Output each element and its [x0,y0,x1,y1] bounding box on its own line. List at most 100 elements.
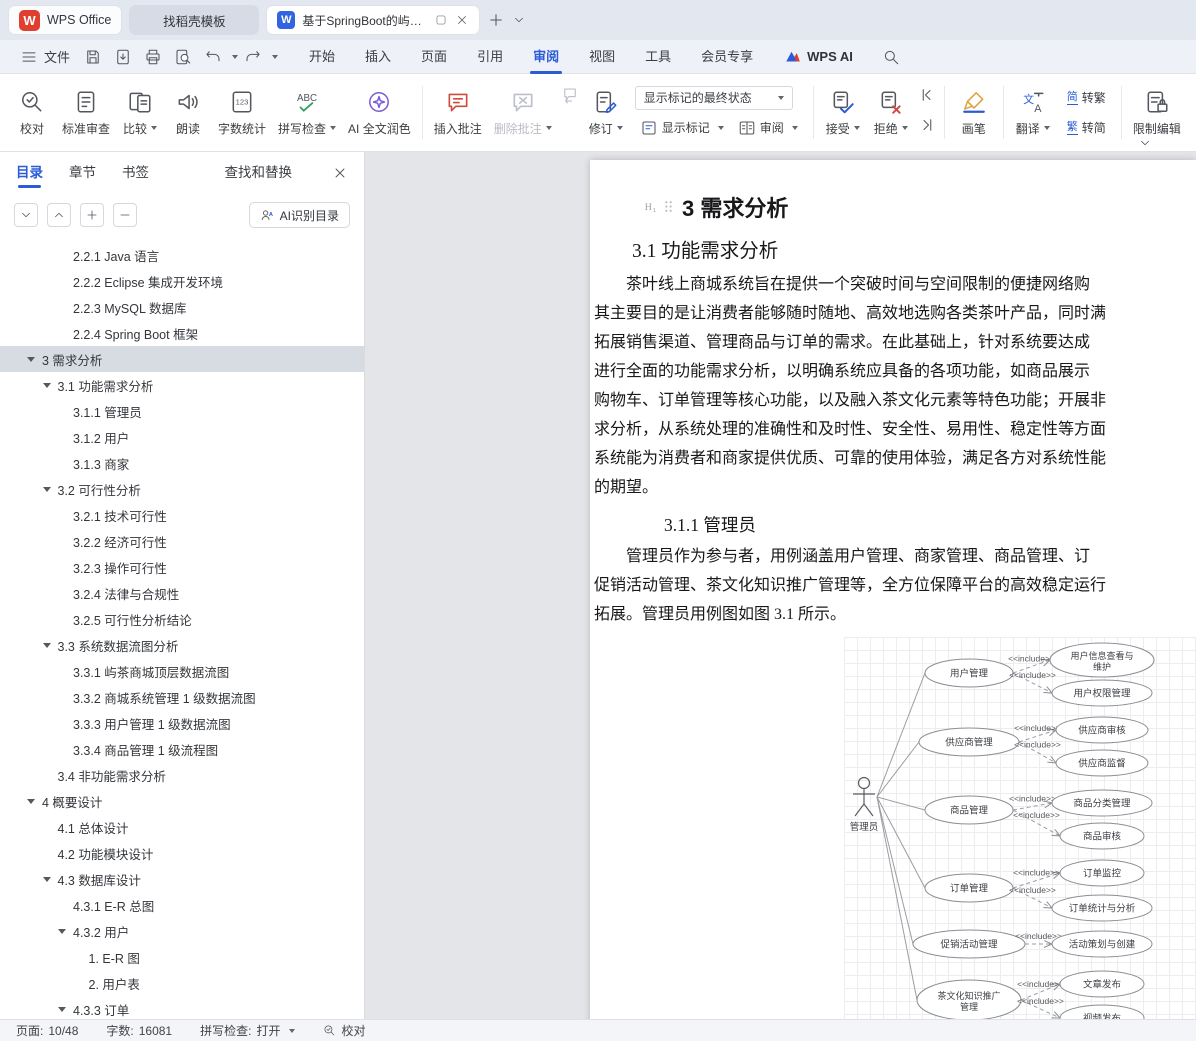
toc-item[interactable]: 3.2.1 技术可行性 [0,502,364,528]
next-change-icon[interactable] [918,116,936,134]
menu-tab-5[interactable]: 审阅 [518,40,574,74]
toc-item[interactable]: 3.2.3 操作可行性 [0,554,364,580]
toc-expand-caret[interactable] [42,642,51,648]
reject-button[interactable]: 拒绝 [867,86,915,140]
standard-review-button[interactable]: 标准审查 [56,86,116,140]
accept-button[interactable]: 接受 [819,86,867,140]
toc-item[interactable]: 3.1.1 管理员 [0,398,364,424]
redo-caret-icon[interactable] [272,54,279,59]
toc-expand-caret[interactable] [42,876,51,882]
drag-handle-icon[interactable] [660,198,677,215]
expand-toc-icon[interactable] [14,203,38,227]
track-changes-button[interactable]: 修订 [582,86,630,140]
toc-item[interactable]: 3.1 功能需求分析 [0,372,364,398]
ai-recognize-toc-button[interactable]: A AI识别目录 [248,202,350,228]
export-pdf-icon[interactable] [113,47,133,67]
toc-item[interactable]: 4.2 功能模块设计 [0,840,364,866]
delete-comment-button[interactable]: 删除批注 [488,86,558,140]
zoom-in-toc-icon[interactable] [80,203,104,227]
insert-comment-button[interactable]: 插入批注 [428,86,488,140]
sidebar-tab-chapters[interactable]: 章节 [69,152,96,194]
toc-expand-caret[interactable] [27,798,35,804]
toc-item[interactable]: 2.2.4 Spring Boot 框架 [0,320,364,346]
print-preview-icon[interactable] [173,47,193,67]
redo-group[interactable] [238,47,279,67]
zoom-out-toc-icon[interactable] [113,203,137,227]
wps-home-tab[interactable]: W WPS Office [8,5,123,35]
tab-list-icon[interactable] [512,13,526,27]
restrict-edit-button[interactable]: 限制编辑 [1127,86,1187,140]
new-tab-icon[interactable] [487,11,505,29]
toc-item[interactable]: 3.3 系统数据流图分析 [0,632,364,658]
toc-item[interactable]: 2.2.2 Eclipse 集成开发环境 [0,268,364,294]
menu-tab-6[interactable]: 视图 [574,40,630,74]
proofread-indicator[interactable]: 校对 [323,1022,365,1039]
word-count-indicator[interactable]: 字数: 16081 [106,1022,172,1039]
document-canvas[interactable]: H1 3 需求分析 3.1 功能需求分析 茶叶线上商城系统旨在提供一个突破时间与… [365,152,1196,1019]
redo-icon[interactable] [243,47,263,67]
toc-item[interactable]: 2.2.3 MySQL 数据库 [0,294,364,320]
usecase-diagram[interactable]: 管理员 用户管理 <<include>> 用户信息查看与 维护 <<include>> 用户… [844,637,1196,1019]
menu-tab-8[interactable]: 会员专享 [686,40,768,74]
toc-item[interactable]: 3.3.2 商城系统管理 1 级数据流图 [0,684,364,710]
toc-item[interactable]: 3.2.5 可行性分析结论 [0,606,364,632]
to-simplified-button[interactable]: 繁转简 [1062,116,1111,140]
template-tab[interactable]: 找稻壳模板 [129,5,260,35]
paint-brush-button[interactable]: 画笔 [950,86,998,140]
toc-item[interactable]: 3.1.3 商家 [0,450,364,476]
wps-ai-button[interactable]: WPS AI [784,48,853,66]
collapse-toc-icon[interactable] [47,203,71,227]
toc-expand-caret[interactable] [58,928,66,934]
menu-tab-7[interactable]: 工具 [630,40,686,74]
toc-item[interactable]: 4 概要设计 [0,788,364,814]
proofread-button[interactable]: 校对 [8,86,56,140]
menu-tab-3[interactable]: 页面 [406,40,462,74]
translate-button[interactable]: 文 A 翻译 [1009,86,1057,140]
toc-item[interactable]: 1. E-R 图 [0,944,364,970]
compare-button[interactable]: 比较 [116,86,164,140]
undo-group[interactable] [198,47,239,67]
toc-expand-caret[interactable] [42,382,51,388]
toc-item[interactable]: 4.3.2 用户 [0,918,364,944]
toc-item[interactable]: 3.3.3 用户管理 1 级数据流图 [0,710,364,736]
spell-caret-icon[interactable] [289,1028,296,1033]
sidebar-tab-find-replace[interactable]: 查找和替换 [225,152,293,194]
read-aloud-button[interactable]: 朗读 [164,86,212,140]
close-tab-icon[interactable] [455,13,469,27]
document-tab[interactable]: W 基于SpringBoot的屿茶线上... [266,5,481,35]
heading-handle[interactable]: H1 [642,198,677,215]
toc-item[interactable]: 4.1 总体设计 [0,814,364,840]
toc-item[interactable]: 2. 用户表 [0,970,364,996]
search-icon[interactable] [881,47,901,67]
review-pane-button[interactable]: 审阅 [733,116,803,140]
print-icon[interactable] [143,47,163,67]
menu-tab-4[interactable]: 引用 [462,40,518,74]
previous-change-icon[interactable] [918,86,936,104]
spell-check-button[interactable]: ABC 拼写检查 [272,86,342,140]
save-icon[interactable] [83,47,103,67]
ai-polish-button[interactable]: AI 全文润色 [342,86,417,140]
toc-expand-caret[interactable] [58,1006,66,1012]
word-count-button[interactable]: 123 字数统计 [212,86,272,140]
heading-collapse-icon[interactable]: H1 [642,198,659,215]
toc-item[interactable]: 3.3.1 屿茶商城顶层数据流图 [0,658,364,684]
show-markup-button[interactable]: 显示标记 [635,116,729,140]
sidebar-tab-bookmarks[interactable]: 书签 [122,152,149,194]
toc-item[interactable]: 2.2.1 Java 语言 [0,242,364,268]
close-sidebar-icon[interactable] [332,165,348,181]
toc-item[interactable]: 3.3.4 商品管理 1 级流程图 [0,736,364,762]
previous-comment-icon[interactable] [561,86,579,104]
toc-item[interactable]: 3.4 非功能需求分析 [0,762,364,788]
toc-item[interactable]: 3.2 可行性分析 [0,476,364,502]
undo-icon[interactable] [203,47,223,67]
toc-expand-caret[interactable] [27,356,35,362]
toc-item[interactable]: 3.2.2 经济可行性 [0,528,364,554]
toc-item[interactable]: 3 需求分析 [0,346,364,372]
markup-state-select[interactable]: 显示标记的最终状态 [634,85,793,110]
to-traditional-button[interactable]: 简转繁 [1062,86,1111,110]
toc-item[interactable]: 4.3.1 E-R 总图 [0,892,364,918]
toc-item[interactable]: 3.1.2 用户 [0,424,364,450]
menu-tab-2[interactable]: 插入 [350,40,406,74]
file-menu-button[interactable]: 文件 [12,47,78,66]
document-page[interactable]: H1 3 需求分析 3.1 功能需求分析 茶叶线上商城系统旨在提供一个突破时间与… [590,160,1196,1019]
